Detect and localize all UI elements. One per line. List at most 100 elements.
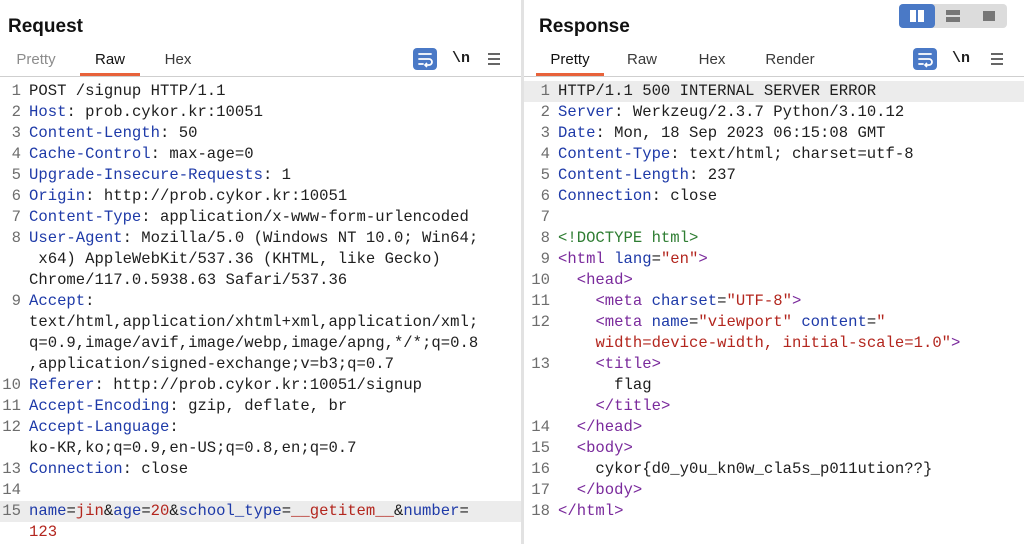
request-divider-line xyxy=(0,76,521,77)
header-colon: : xyxy=(670,145,680,163)
line-text: text/html,application/xhtml+xml,applicat… xyxy=(29,313,479,331)
response-line: 18 </html> xyxy=(524,501,1024,522)
single-pane-icon[interactable] xyxy=(971,4,1007,28)
code-token: = xyxy=(651,250,661,268)
response-line: 10 <head> xyxy=(524,270,1024,291)
response-tab-render[interactable]: Render xyxy=(758,44,822,76)
param-equals: = xyxy=(141,502,151,520)
code-token: </title> xyxy=(595,397,671,415)
header-name: Date xyxy=(558,124,596,142)
hamburger-icon[interactable] xyxy=(990,48,1004,70)
response-line: 5 Content-Length: 237 xyxy=(524,165,1024,186)
request-tab-raw[interactable]: Raw xyxy=(80,44,140,76)
wrap-text-icon[interactable] xyxy=(413,48,437,70)
param-value: __getitem__ xyxy=(291,502,394,520)
code-token: <!DOCTYPE html> xyxy=(558,229,699,247)
line-text: ko-KR,ko;q=0.9,en-US;q=0.8,en;q=0.7 xyxy=(29,439,357,457)
line-number: 8 xyxy=(540,229,550,247)
request-tab-pretty[interactable]: Pretty xyxy=(8,44,64,76)
code-token: > xyxy=(698,250,708,268)
line-number: 3 xyxy=(540,124,550,142)
code-token: </head> xyxy=(576,418,643,436)
request-line: 8 User-Agent: Mozilla/5.0 (Windows NT 10.… xyxy=(0,228,521,249)
line-number: 6 xyxy=(540,187,550,205)
response-editor[interactable]: 1 HTTP/1.1 500 INTERNAL SERVER ERROR 2 Serv… xyxy=(524,81,1024,522)
code-token: = xyxy=(689,313,699,331)
code-token: content xyxy=(801,313,867,331)
response-title: Response xyxy=(539,16,630,37)
code-token: <title> xyxy=(595,355,661,373)
response-tab-hex[interactable]: Hex xyxy=(688,44,736,76)
request-line: text/html,application/xhtml+xml,applicat… xyxy=(0,312,521,333)
line-number: 4 xyxy=(11,145,21,163)
line-number: 2 xyxy=(11,103,21,121)
line-number: 13 xyxy=(531,355,550,373)
request-tab-hex[interactable]: Hex xyxy=(154,44,202,76)
line-number: 10 xyxy=(2,376,21,394)
split-vertical-icon[interactable] xyxy=(935,4,971,28)
line-number: 14 xyxy=(531,418,550,436)
header-colon: : xyxy=(160,124,170,142)
header-value: Werkzeug/2.3.7 Python/3.10.12 xyxy=(623,103,905,121)
header-name: Content-Type xyxy=(558,145,671,163)
param-separator: & xyxy=(393,502,404,520)
code-token: <head> xyxy=(576,271,633,289)
layout-toggle-group xyxy=(899,4,1007,28)
line-number: 7 xyxy=(540,208,550,226)
line-text: POST /signup HTTP/1.1 xyxy=(29,82,226,100)
request-line: 3 Content-Length: 50 xyxy=(0,123,521,144)
response-line: 17 </body> xyxy=(524,480,1024,501)
code-token: cykor{d0_y0u_kn0w_cla5s_p011ution??} xyxy=(558,460,933,478)
header-name: Accept xyxy=(29,292,86,310)
response-divider-line xyxy=(524,76,1024,77)
header-value: prob.cykor.kr:10051 xyxy=(75,103,263,121)
newline-toggle-icon[interactable]: \n xyxy=(452,48,470,70)
param-name: number xyxy=(403,502,460,520)
code-token: "en" xyxy=(660,250,699,268)
split-horizontal-icon[interactable] xyxy=(899,4,935,28)
request-title: Request xyxy=(8,16,83,37)
header-value: Mon, 18 Sep 2023 06:15:08 GMT xyxy=(604,124,886,142)
header-value: close xyxy=(660,187,718,205)
header-value: application/x-www-form-urlencoded xyxy=(150,208,469,226)
line-number: 16 xyxy=(531,460,550,478)
response-line: 6 Connection: close xyxy=(524,186,1024,207)
header-value: max-age=0 xyxy=(160,145,254,163)
code-token: lang xyxy=(614,250,652,268)
request-line: 10 Referer: http://prob.cykor.kr:10051/si… xyxy=(0,375,521,396)
header-colon: : xyxy=(169,397,179,415)
param-equals: = xyxy=(281,502,292,520)
param-equals: = xyxy=(459,502,469,520)
line-number: 13 xyxy=(2,460,21,478)
hamburger-icon[interactable] xyxy=(487,48,501,70)
header-name: Connection xyxy=(558,187,652,205)
header-colon: : xyxy=(595,124,605,142)
line-text: HTTP/1.1 500 INTERNAL SERVER ERROR xyxy=(558,82,877,100)
line-number: 17 xyxy=(531,481,550,499)
request-line: 14 xyxy=(0,480,521,501)
line-number: 15 xyxy=(2,502,21,520)
request-line: 123 xyxy=(0,522,521,543)
response-tab-raw[interactable]: Raw xyxy=(620,44,664,76)
line-number: 11 xyxy=(531,292,550,310)
line-number: 12 xyxy=(531,313,550,331)
request-line: 4 Cache-Control: max-age=0 xyxy=(0,144,521,165)
param-name: age xyxy=(113,502,142,520)
response-line: flag xyxy=(524,375,1024,396)
wrap-text-icon[interactable] xyxy=(913,48,937,70)
param-name: school_type xyxy=(178,502,282,520)
newline-toggle-icon[interactable]: \n xyxy=(952,48,970,70)
line-number: 12 xyxy=(2,418,21,436)
response-tab-pretty[interactable]: Pretty xyxy=(536,44,604,76)
request-editor[interactable]: 1 POST /signup HTTP/1.1 2 Host: prob.cykor.… xyxy=(0,81,521,543)
code-token: flag xyxy=(558,376,652,394)
line-number: 18 xyxy=(531,502,550,520)
request-line: 2 Host: prob.cykor.kr:10051 xyxy=(0,102,521,123)
response-line: 7 xyxy=(524,207,1024,228)
request-line: 1 POST /signup HTTP/1.1 xyxy=(0,81,521,102)
code-token: <meta xyxy=(595,313,652,331)
